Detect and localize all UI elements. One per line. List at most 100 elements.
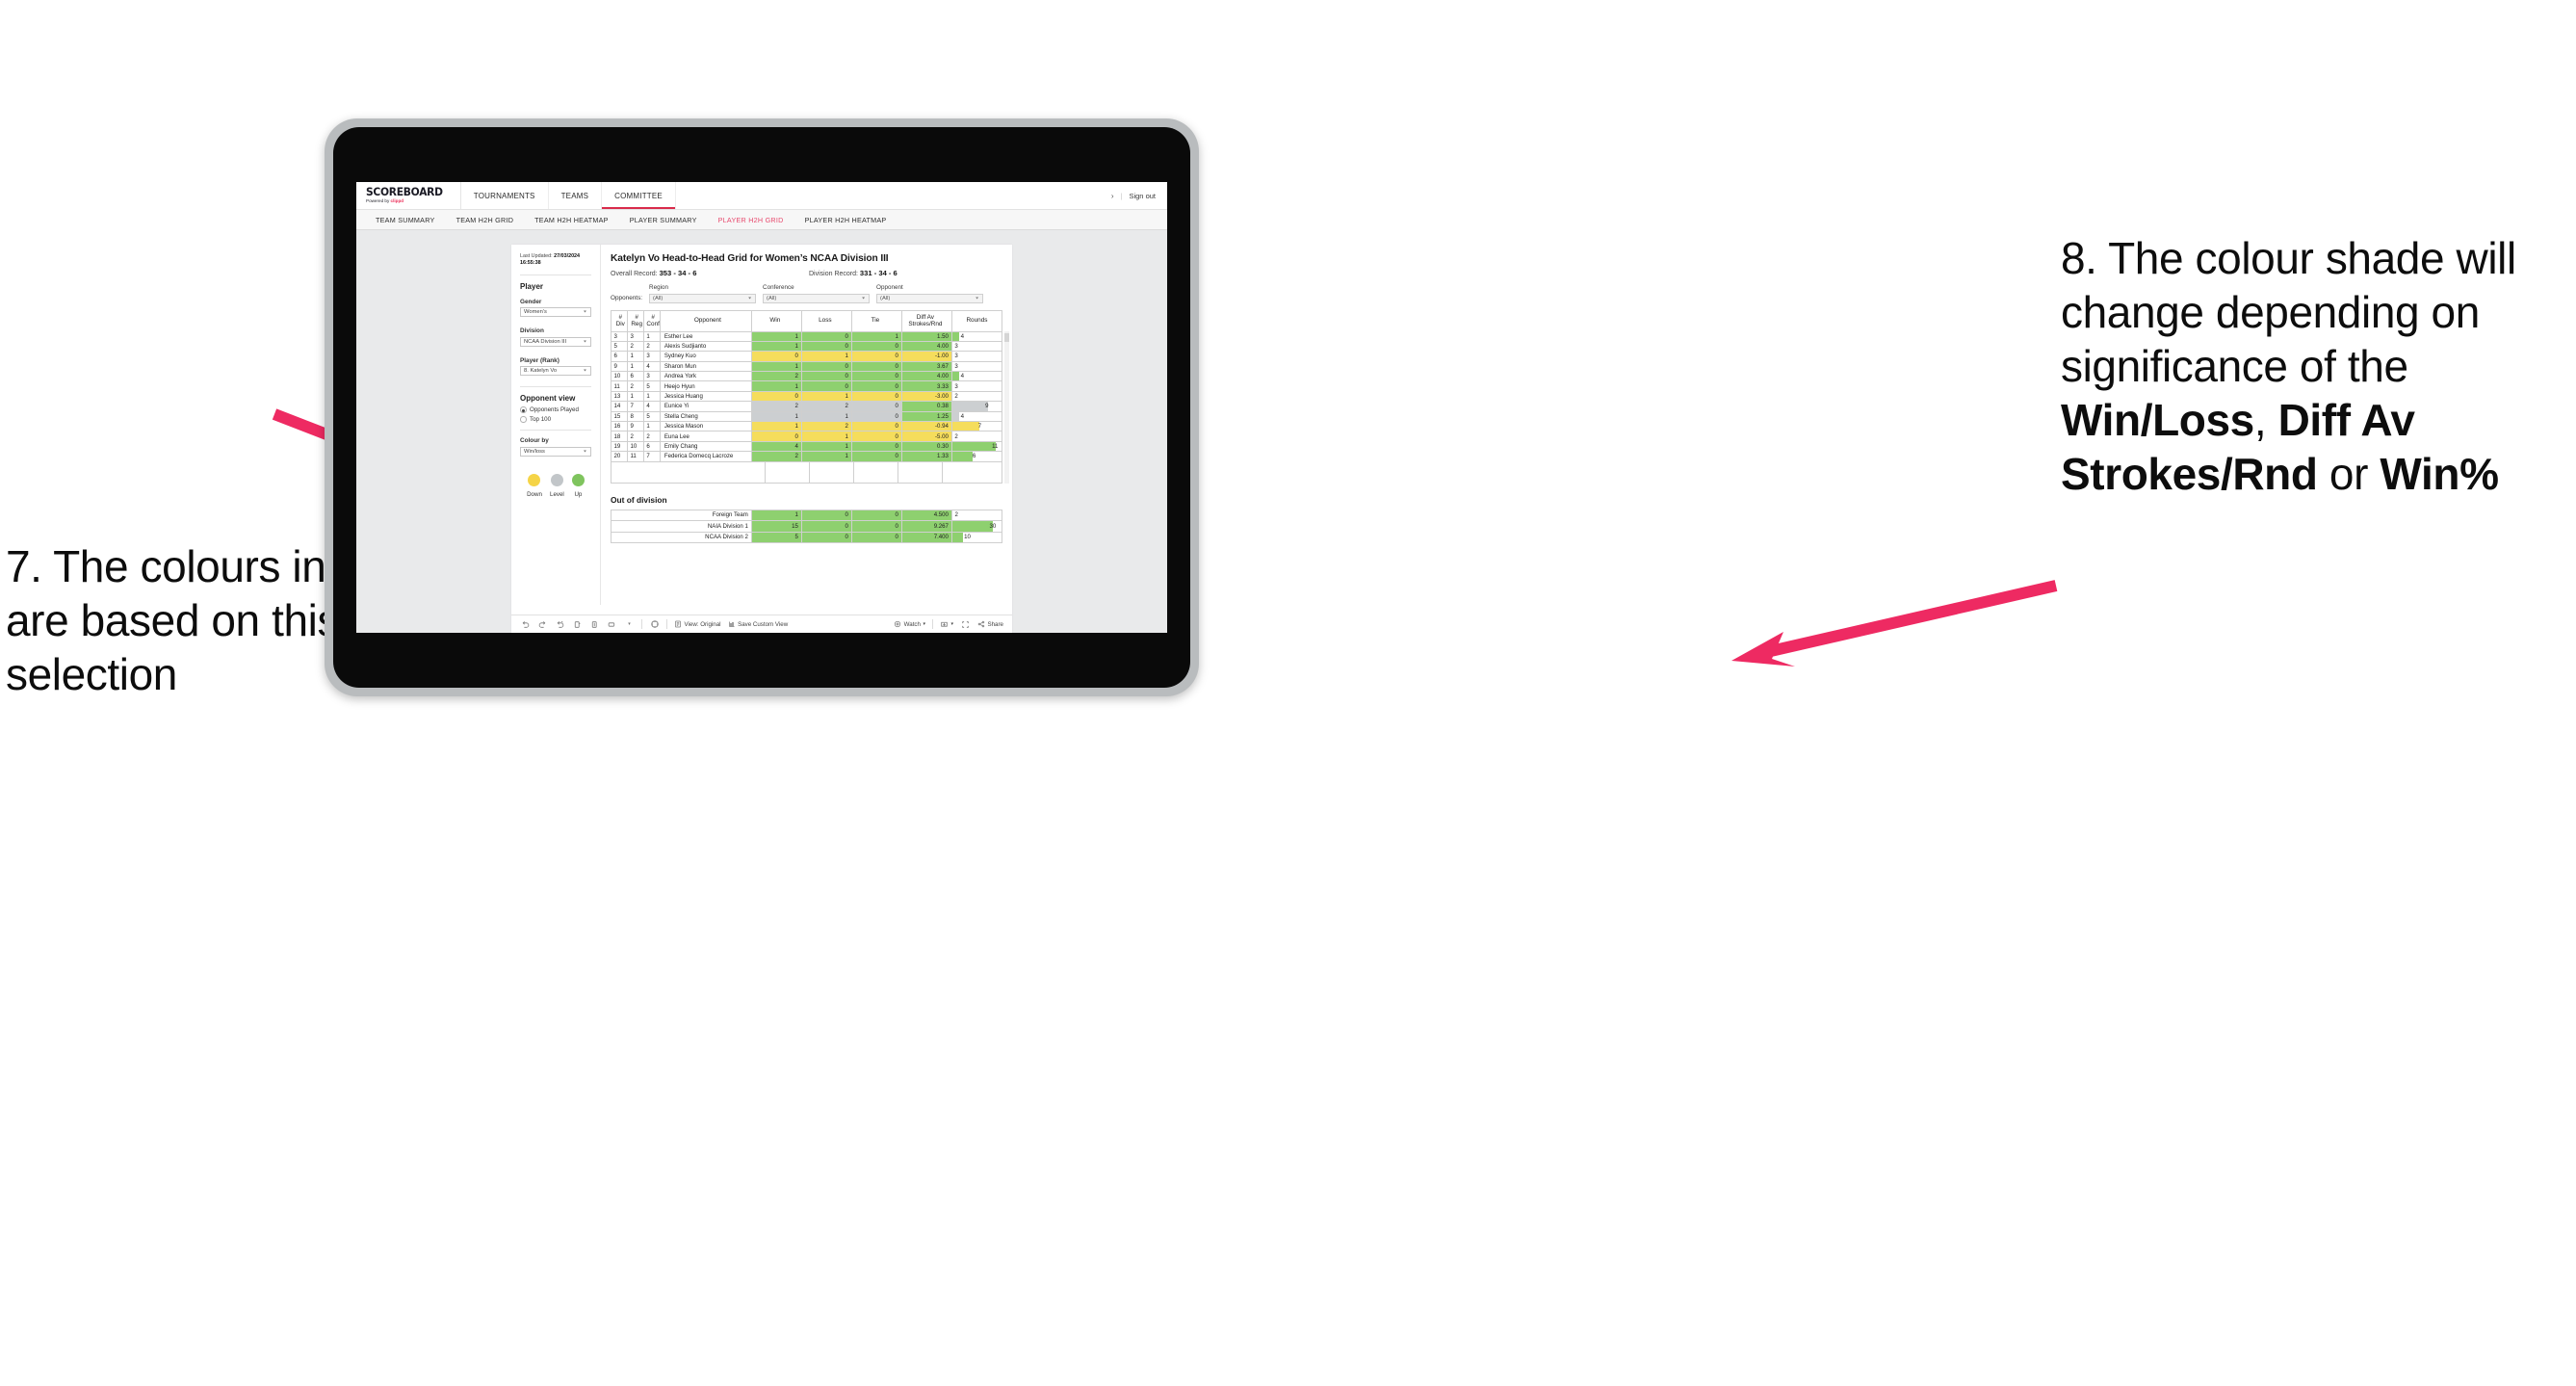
table-row[interactable]: 20 11 7 Federica Domecq Lacroze 2 1 0 1.33 6 xyxy=(611,451,1003,462)
cell-diff-av-strokes: 0.30 xyxy=(900,440,952,453)
cell-div: 14 xyxy=(611,401,628,412)
table-row[interactable]: 15 8 5 Stella Cheng 1 1 0 1.25 4 xyxy=(611,410,1003,423)
cell-win: 15 xyxy=(750,520,802,533)
grid-scrollbar-thumb[interactable] xyxy=(1004,332,1009,342)
radio-opponents-played[interactable]: Opponents Played xyxy=(520,406,591,413)
grid-scrollbar[interactable] xyxy=(1004,330,1009,484)
cell-div: 18 xyxy=(611,431,628,442)
view-original-button[interactable]: View: Original xyxy=(674,620,721,628)
overall-record-value: 353 - 34 - 6 xyxy=(659,269,697,277)
cell-diff-av-strokes: 4.00 xyxy=(900,371,952,382)
division-select[interactable]: NCAA Division III ▼ xyxy=(520,336,591,347)
undo-icon[interactable] xyxy=(520,619,531,630)
table-row[interactable]: 6 1 3 Sydney Kuo 0 1 0 -1.00 3 xyxy=(611,351,1003,362)
cell-div: 3 xyxy=(611,330,628,342)
cell-opponent: Federica Domecq Lacroze xyxy=(659,451,752,462)
subnav-item-player-h2h-heatmap[interactable]: PLAYER H2H HEATMAP xyxy=(794,216,898,224)
table-row[interactable]: NAIA Division 1 15 0 0 9.267 30 xyxy=(611,520,1003,533)
rounds-value: 3 xyxy=(954,362,958,370)
cell-diff-av-strokes: -3.00 xyxy=(900,390,952,403)
brand-logo[interactable]: SCOREBOARD Powered by clippd xyxy=(356,182,461,209)
last-updated-date: 27/03/2024 xyxy=(554,253,581,259)
table-row[interactable]: 14 7 4 Eunice Yi 2 2 0 0.38 9 xyxy=(611,401,1003,412)
cell-reg: 8 xyxy=(626,410,644,423)
table-row[interactable]: 9 1 4 Sharon Mun 1 0 0 3.67 3 xyxy=(611,360,1003,373)
nav-item-tournaments[interactable]: TOURNAMENTS xyxy=(461,182,549,209)
opponent-label: Opponent xyxy=(876,284,903,291)
viz-body: Last Updated: 27/03/2024 16:55:38 Player… xyxy=(511,245,1012,605)
app-header: SCOREBOARD Powered by clippd TOURNAMENTS… xyxy=(356,182,1167,209)
cell-tie: 0 xyxy=(850,440,902,453)
opponents-label: Opponents: xyxy=(611,295,643,301)
cell-reg: 9 xyxy=(626,420,644,432)
chevron-down-icon: ▾ xyxy=(923,621,925,627)
subnav-item-team-summary[interactable]: TEAM SUMMARY xyxy=(365,216,446,224)
download-button[interactable]: ▾ xyxy=(940,620,953,629)
nav-item-committee[interactable]: COMMITTEE xyxy=(602,182,676,209)
annotation-8-mid2: or xyxy=(2317,449,2381,500)
cell-diff-av-strokes: 9.267 xyxy=(900,520,952,533)
pause-icon[interactable] xyxy=(589,619,600,630)
table-row[interactable]: NCAA Division 2 5 0 0 7.400 10 xyxy=(611,531,1003,544)
cell-opponent: Emily Chang xyxy=(659,440,752,453)
subnav-item-player-h2h-grid[interactable]: PLAYER H2H GRID xyxy=(708,216,794,224)
table-row[interactable]: 16 9 1 Jessica Mason 1 2 0 -0.94 7 xyxy=(611,420,1003,432)
cell-rounds: 2 xyxy=(950,431,1003,442)
cell-conf: 3 xyxy=(642,351,661,362)
table-row[interactable]: 19 10 6 Emily Chang 4 1 0 0.30 11 xyxy=(611,440,1003,453)
subnav-item-team-h2h-grid[interactable]: TEAM H2H GRID xyxy=(446,216,525,224)
subnav-item-player-summary[interactable]: PLAYER SUMMARY xyxy=(619,216,708,224)
cell-tie: 0 xyxy=(850,380,902,392)
last-updated-time: 16:55:38 xyxy=(520,260,541,267)
sign-out-link[interactable]: Sign out xyxy=(1129,192,1156,200)
radio-top-100[interactable]: Top 100 xyxy=(520,416,591,423)
cell-group-name: NAIA Division 1 xyxy=(611,520,752,533)
region-select[interactable]: (All) ▼ xyxy=(649,293,757,303)
fullscreen-icon[interactable] xyxy=(960,619,971,630)
cell-tie: 0 xyxy=(850,509,902,522)
radio-icon xyxy=(520,416,527,423)
cell-loss: 0 xyxy=(800,371,852,382)
table-row[interactable]: 3 3 1 Esther Lee 1 0 1 1.50 4 xyxy=(611,330,1003,342)
watch-button[interactable]: Watch ▾ xyxy=(894,620,925,628)
refresh-icon[interactable] xyxy=(572,619,583,630)
revert-icon[interactable] xyxy=(555,619,565,630)
table-row[interactable]: 5 2 2 Alexis Sudjianto 1 0 0 4.00 3 xyxy=(611,340,1003,353)
table-row[interactable]: 11 2 5 Heejo Hyun 1 0 0 3.33 3 xyxy=(611,380,1003,392)
table-row[interactable]: Foreign Team 1 0 0 4.500 2 xyxy=(611,509,1003,522)
cell-opponent: Sharon Mun xyxy=(659,360,752,373)
legend-item-up: Up xyxy=(571,473,585,498)
conference-select[interactable]: (All) ▼ xyxy=(763,293,871,303)
save-custom-view-button[interactable]: Save Custom View xyxy=(728,620,788,628)
share-button[interactable]: Share xyxy=(977,620,1003,628)
nav-item-teams[interactable]: TEAMS xyxy=(549,182,603,209)
table-row[interactable]: 10 6 3 Andrea York 2 0 0 4.00 4 xyxy=(611,371,1003,382)
cell-div: 16 xyxy=(611,420,628,432)
cell-loss: 1 xyxy=(800,410,852,423)
player-rank-select[interactable]: 8. Katelyn Vo ▼ xyxy=(520,366,591,377)
cell-rounds: 3 xyxy=(950,360,1003,373)
share-label: Share xyxy=(987,620,1003,628)
chevron-right-icon[interactable]: › xyxy=(1111,192,1114,200)
redo-icon[interactable] xyxy=(537,619,548,630)
out-of-division-table: Foreign Team 1 0 0 4.500 2 NAIA Division 1 15 0 0… xyxy=(611,509,1003,544)
cell-opponent: Esther Lee xyxy=(659,330,752,342)
highlight-icon[interactable] xyxy=(649,619,660,630)
rounds-value: 2 xyxy=(954,432,958,440)
cell-loss: 0 xyxy=(800,509,852,522)
cell-tie: 0 xyxy=(850,531,902,544)
table-row[interactable]: 13 1 1 Jessica Huang 0 1 0 -3.00 2 xyxy=(611,390,1003,403)
device-layout-icon[interactable] xyxy=(607,619,617,630)
subnav-item-team-h2h-heatmap[interactable]: TEAM H2H HEATMAP xyxy=(524,216,619,224)
gender-select[interactable]: Women’s ▼ xyxy=(520,307,591,318)
opponent-select[interactable]: (All) ▼ xyxy=(876,293,984,303)
col-loss: Loss xyxy=(800,309,852,332)
colour-by-select[interactable]: Win/loss ▼ xyxy=(520,446,591,457)
table-row[interactable]: 18 2 2 Euna Lee 0 1 0 -5.00 2 xyxy=(611,431,1003,442)
conference-value: (All) xyxy=(767,295,777,301)
gender-label: Gender xyxy=(520,298,542,305)
rounds-value: 4 xyxy=(960,332,964,340)
cell-tie: 0 xyxy=(850,420,902,432)
cell-loss: 1 xyxy=(800,351,852,362)
chevron-down-icon[interactable]: ▾ xyxy=(624,619,635,630)
